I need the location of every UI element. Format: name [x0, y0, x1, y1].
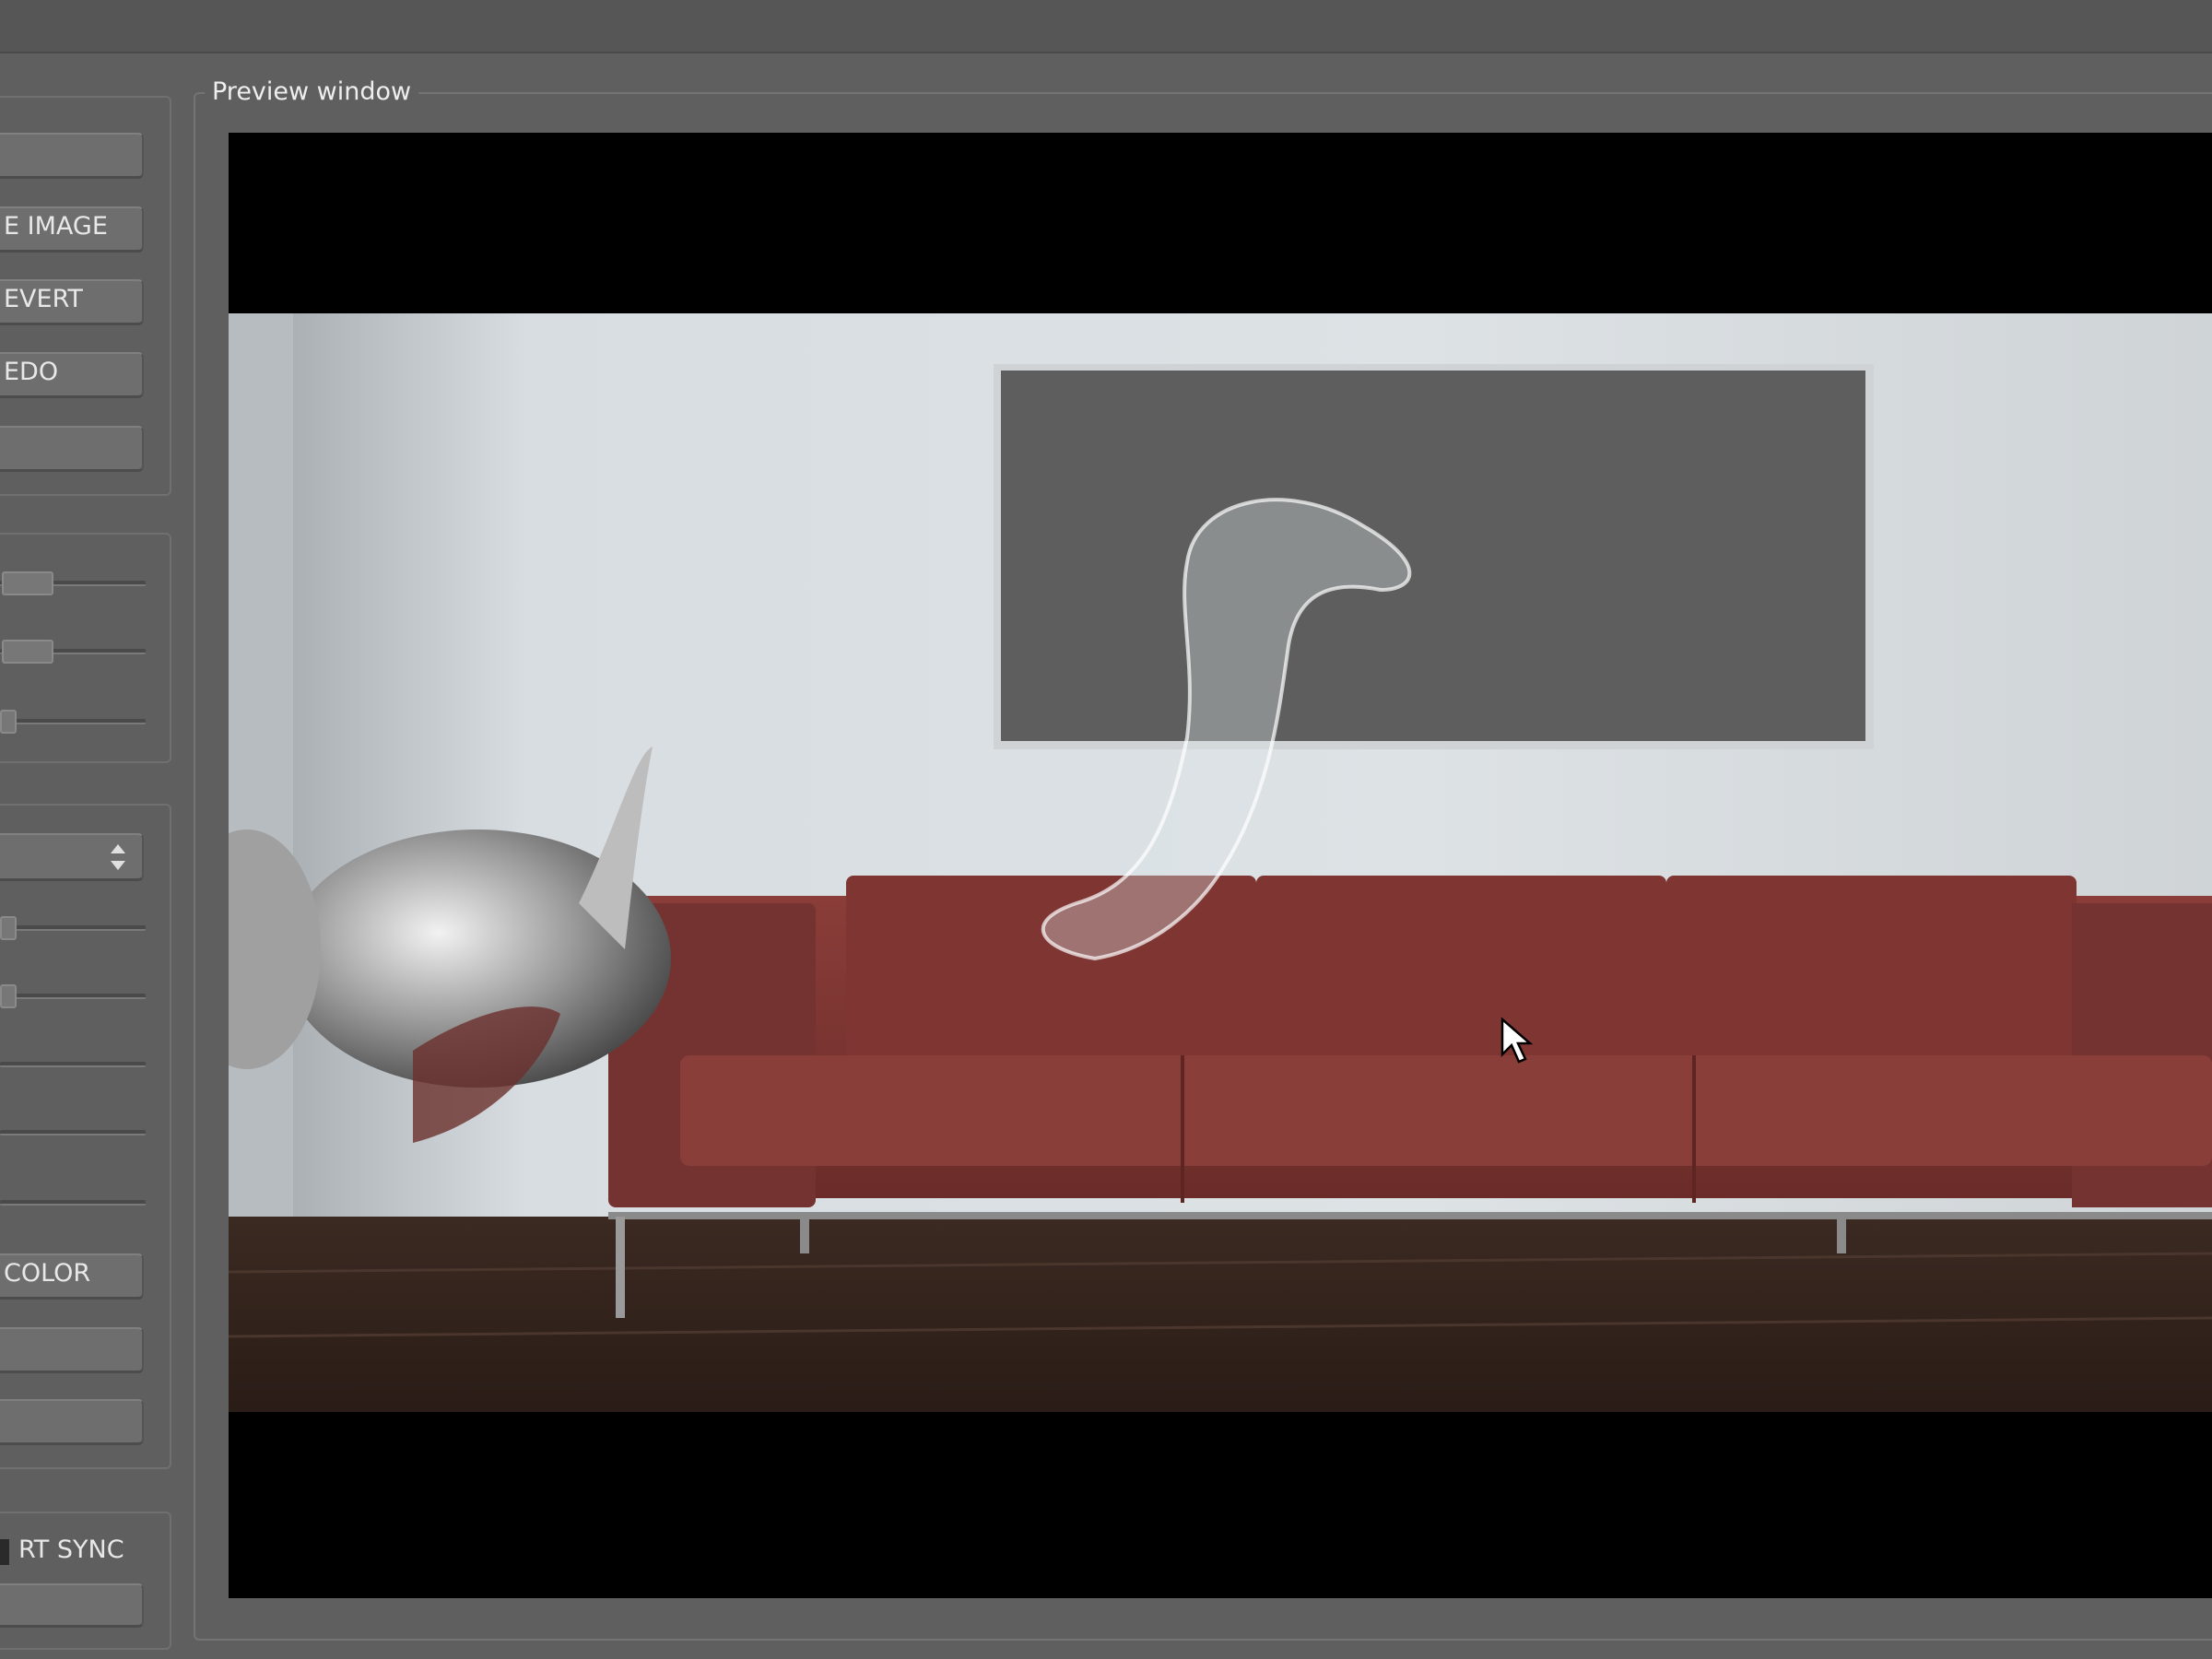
slider-handle-1[interactable]: [2, 571, 53, 595]
slider-track-6[interactable]: [0, 1062, 146, 1067]
action-button-5[interactable]: [0, 426, 144, 472]
redo-button[interactable]: EDO: [0, 352, 144, 398]
slider-track-5[interactable]: [0, 994, 146, 999]
preview-window-title: Preview window: [205, 77, 419, 106]
revert-button[interactable]: EVERT: [0, 279, 144, 325]
rendered-scene-image: [229, 313, 2212, 1412]
slider-track-8[interactable]: [0, 1200, 146, 1206]
mouse-cursor-icon: [1500, 1018, 1534, 1064]
slider-handle-2[interactable]: [2, 640, 53, 664]
window-top-bar: [0, 0, 2212, 53]
slider-track-7[interactable]: [0, 1130, 146, 1135]
slider-handle-3[interactable]: [0, 710, 17, 734]
sync-button[interactable]: [0, 1583, 144, 1628]
slider-handle-4[interactable]: [0, 916, 17, 940]
action-button-8[interactable]: [0, 1399, 144, 1445]
slider-handle-5[interactable]: [0, 984, 17, 1008]
rt-sync-label: RT SYNC: [18, 1535, 124, 1564]
slider-track-3[interactable]: [0, 719, 146, 724]
slider-track-4[interactable]: [0, 925, 146, 931]
rt-sync-checkbox[interactable]: [0, 1539, 9, 1565]
spin-arrows-icon: [111, 844, 125, 870]
action-button-7[interactable]: [0, 1327, 144, 1373]
sync-group: [0, 1512, 171, 1650]
color-button[interactable]: COLOR: [0, 1253, 144, 1300]
action-button-1[interactable]: [0, 133, 144, 179]
save-image-button[interactable]: E IMAGE: [0, 206, 144, 253]
